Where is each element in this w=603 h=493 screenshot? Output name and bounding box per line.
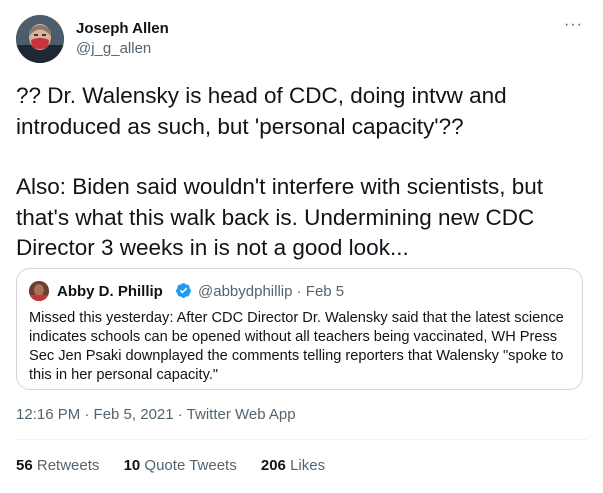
engagement-stats: 56 Retweets 10 Quote Tweets 206 Likes <box>16 457 345 474</box>
retweets-label: Retweets <box>36 457 100 474</box>
quoted-author-avatar <box>29 281 49 301</box>
tweet-meta: 12:16 PM · Feb 5, 2021 · Twitter Web App <box>16 406 296 423</box>
quoted-handle-date: @abbydphillip · Feb 5 <box>198 283 345 300</box>
quoted-tweet[interactable]: Abby D. Phillip @abbydphillip · Feb 5 Mi… <box>16 268 583 390</box>
timestamp[interactable]: 12:16 PM · Feb 5, 2021 · <box>16 406 187 423</box>
retweets-count[interactable]: 56 Retweets <box>16 457 99 474</box>
divider <box>16 439 587 440</box>
quoted-avatar-image <box>29 281 49 301</box>
author-name[interactable]: Joseph Allen <box>76 20 169 37</box>
author-handle[interactable]: @j_g_allen <box>76 40 151 57</box>
likes-number: 206 <box>260 457 286 474</box>
author-avatar-image <box>16 15 64 63</box>
retweets-number: 56 <box>16 457 33 474</box>
quote-tweets-label: Quote Tweets <box>144 457 237 474</box>
quoted-text: Missed this yesterday: After CDC Directo… <box>29 310 564 383</box>
tweet-text: ?? Dr. Walensky is head of CDC, doing in… <box>16 81 591 264</box>
tweet-paragraph: Also: Biden said wouldn't interfere with… <box>16 174 544 260</box>
quoted-author-name: Abby D. Phillip <box>57 283 163 300</box>
likes-label: Likes <box>290 457 326 474</box>
source-app-link[interactable]: Twitter Web App <box>187 406 296 423</box>
quote-tweets-count[interactable]: 10 Quote Tweets <box>124 457 237 474</box>
author-avatar[interactable] <box>16 15 64 63</box>
verified-badge-icon <box>176 283 191 298</box>
quote-tweets-number: 10 <box>123 457 141 474</box>
more-options-icon[interactable]: ··· <box>564 16 583 34</box>
tweet-paragraph: ?? Dr. Walensky is head of CDC, doing in… <box>16 83 507 139</box>
tweet-card: Joseph Allen @j_g_allen ··· ?? Dr. Walen… <box>0 0 603 493</box>
likes-count[interactable]: 206 Likes <box>261 457 325 474</box>
